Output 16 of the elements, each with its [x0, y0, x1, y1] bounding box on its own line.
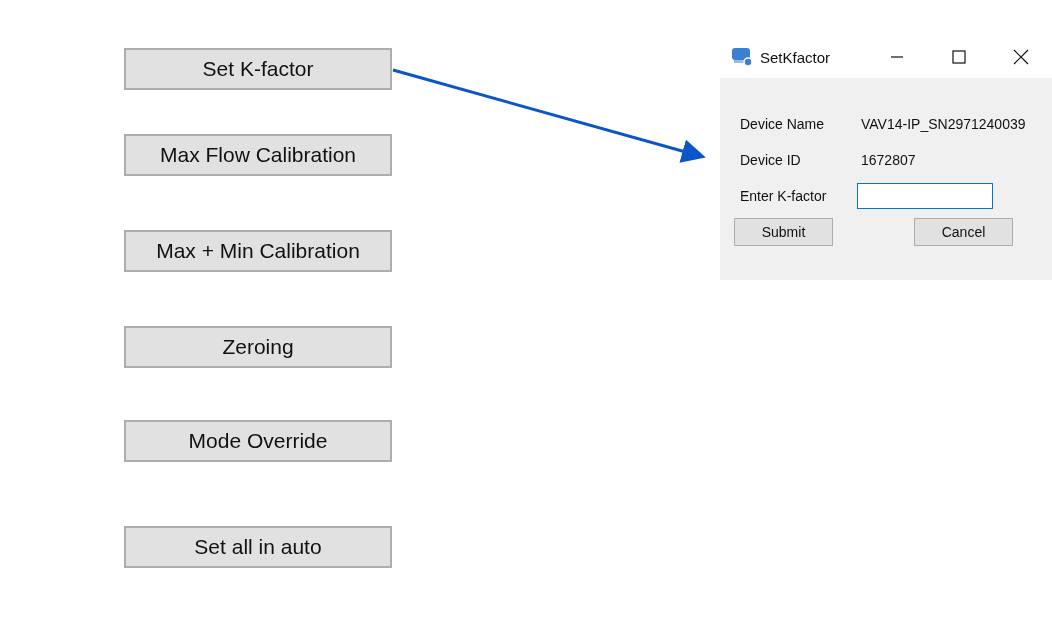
- action-button[interactable]: Max Flow Calibration: [124, 134, 392, 176]
- action-button[interactable]: Mode Override: [124, 420, 392, 462]
- action-button[interactable]: Set K-factor: [124, 48, 392, 90]
- action-button[interactable]: Zeroing: [124, 326, 392, 368]
- field-label: Device Name: [740, 116, 826, 132]
- dialog-button[interactable]: Submit: [734, 218, 833, 246]
- window-title: SetKfactor: [760, 48, 831, 66]
- field-label: Device ID: [740, 152, 802, 168]
- field-label: Enter K-factor: [740, 188, 828, 204]
- field-value: 1672807: [861, 152, 916, 168]
- dialog-button[interactable]: Cancel: [914, 218, 1013, 246]
- field-value: VAV14-IP_SN2971240039: [861, 116, 1026, 132]
- app-icon: [731, 47, 753, 67]
- action-button[interactable]: Set all in auto: [124, 526, 392, 568]
- action-button[interactable]: Max + Min Calibration: [124, 230, 392, 272]
- input-field[interactable]: [857, 183, 993, 209]
